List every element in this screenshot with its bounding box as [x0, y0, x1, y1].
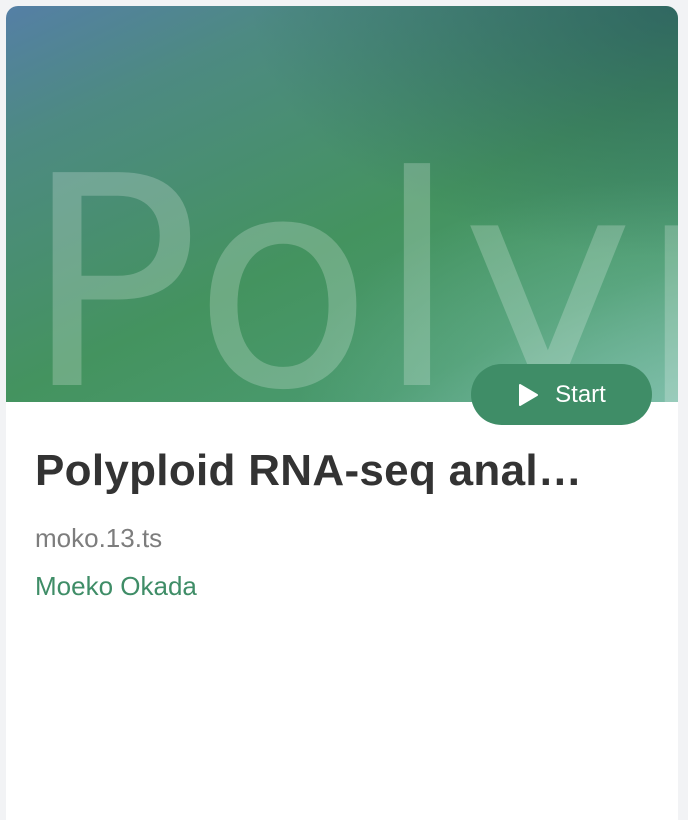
start-button[interactable]: Start: [471, 364, 652, 425]
play-icon: [517, 383, 539, 407]
card-filename: moko.13.ts: [35, 523, 163, 553]
card-title[interactable]: Polyploid RNA-seq anal…: [35, 446, 582, 496]
banner-watermark-text: Polyp: [24, 114, 678, 402]
card-author-link[interactable]: Moeko Okada: [35, 571, 197, 602]
card-banner[interactable]: Polyp: [6, 6, 678, 402]
start-button-label: Start: [555, 380, 606, 408]
